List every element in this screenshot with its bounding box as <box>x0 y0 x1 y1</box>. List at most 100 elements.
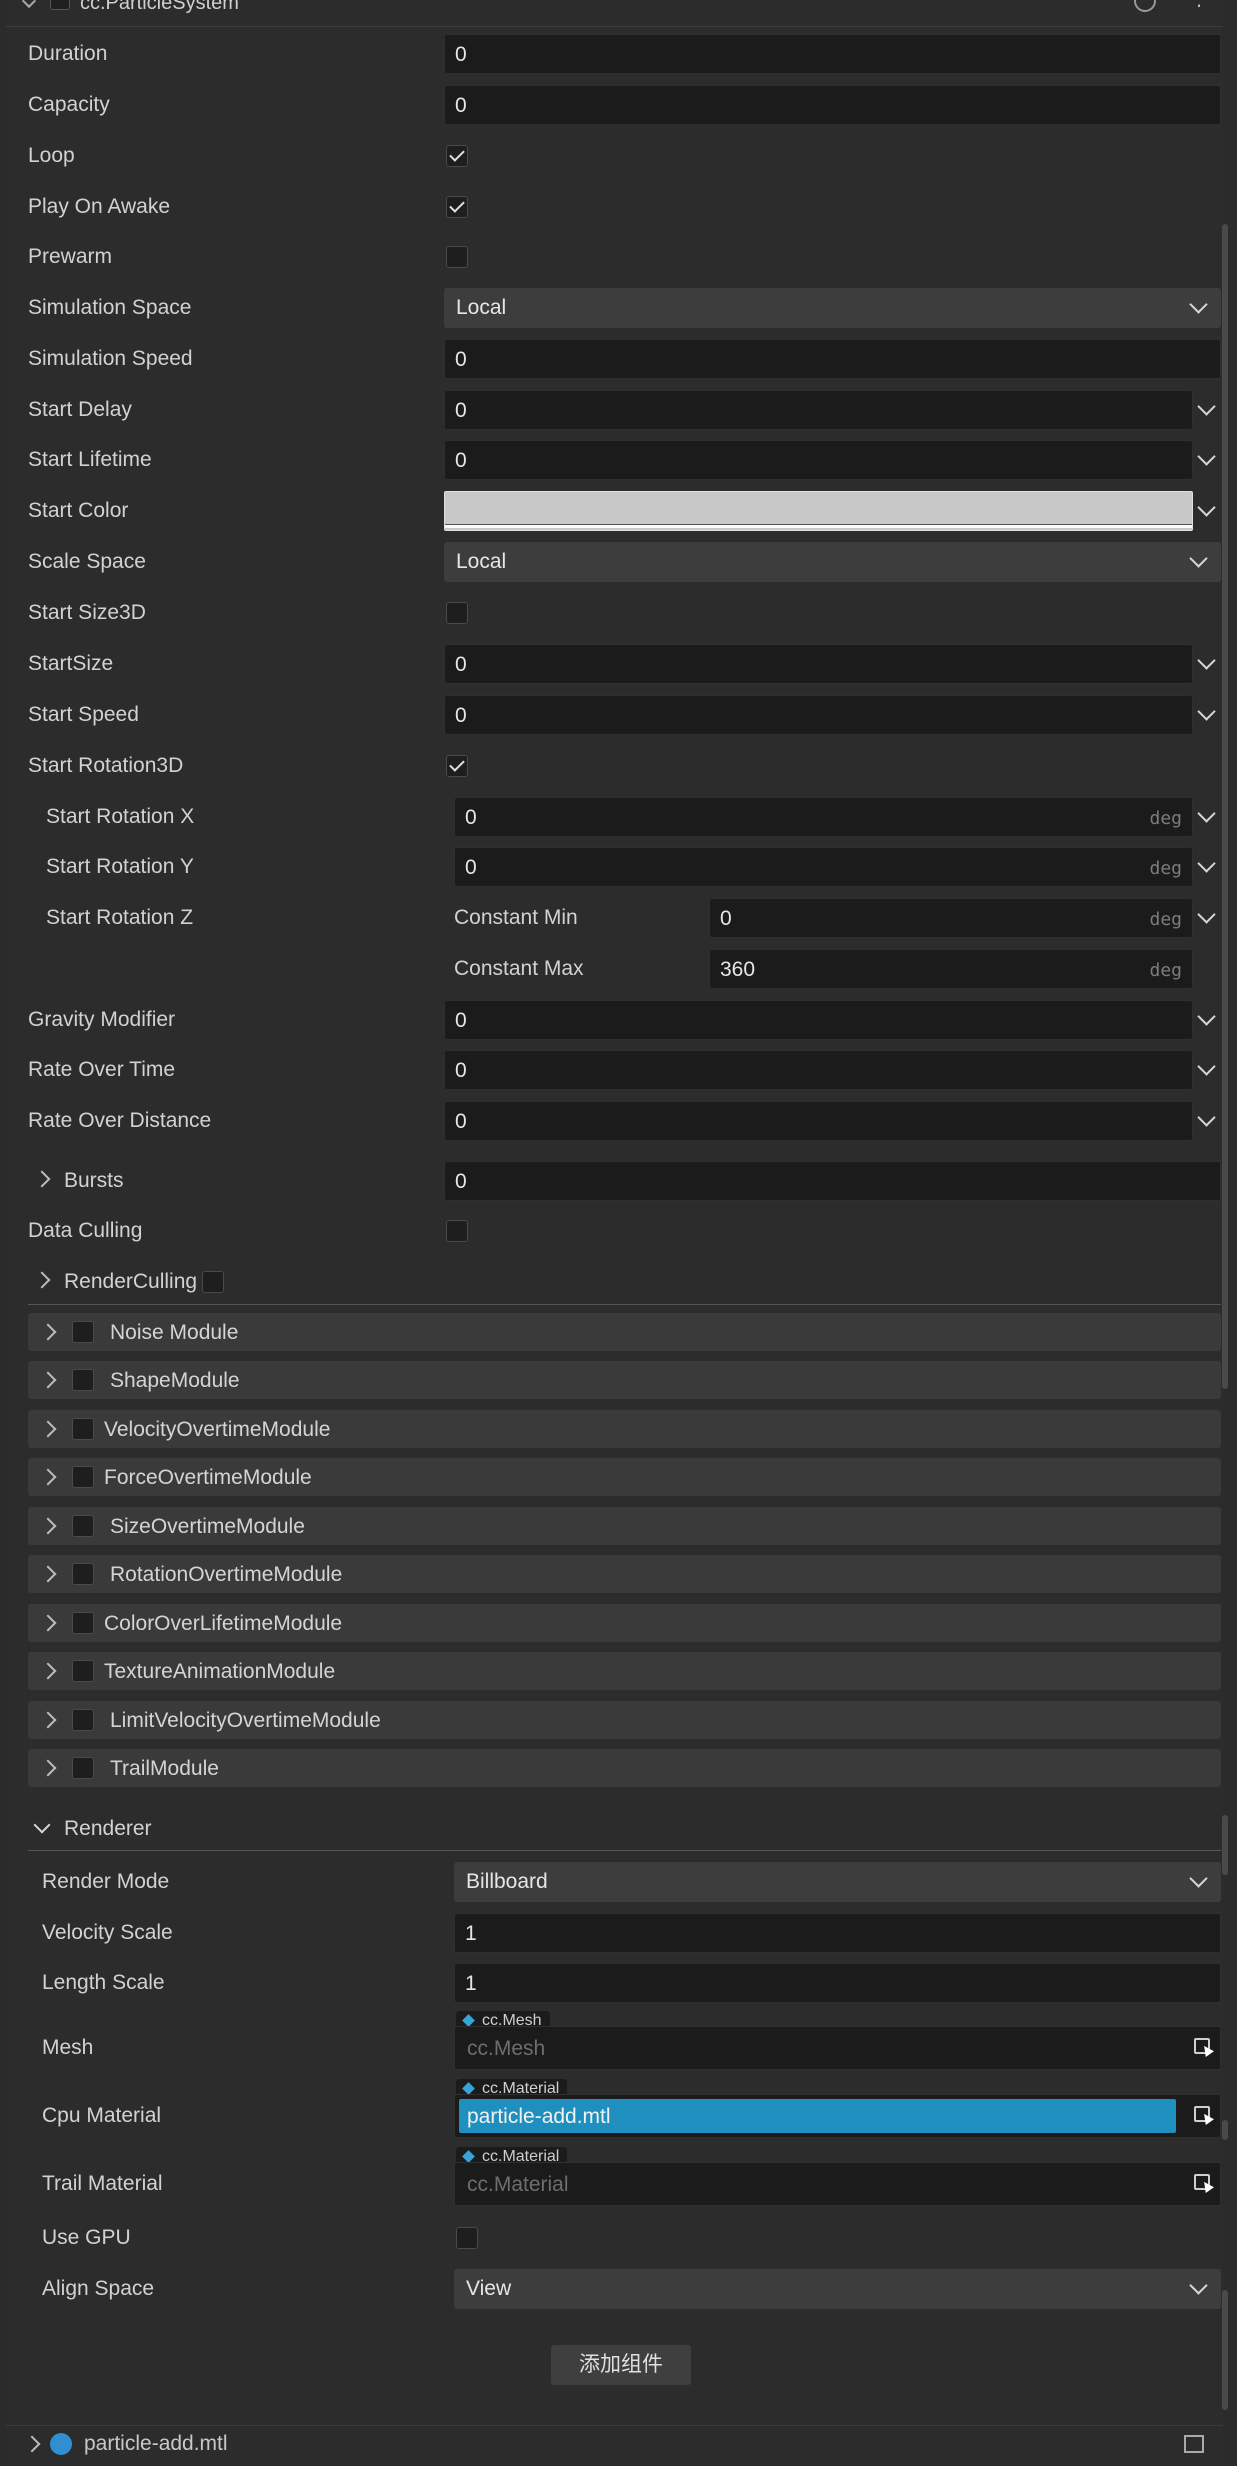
align-space-select[interactable]: View <box>454 2269 1221 2309</box>
capacity-input[interactable]: 0 <box>444 85 1221 125</box>
asset-picker-icon[interactable] <box>1194 2038 1210 2054</box>
scrollbar-thumb[interactable] <box>1222 224 1228 1389</box>
velocity-scale-value: 1 <box>465 1922 477 1945</box>
prewarm-checkbox[interactable] <box>446 246 468 268</box>
start-delay-input[interactable]: 0 <box>444 390 1193 430</box>
length-scale-value: 1 <box>465 1972 477 1995</box>
footer-file-name: particle-add.mtl <box>84 2432 228 2455</box>
gravity-modifier-label: Gravity Modifier <box>28 1008 176 1031</box>
start-speed-label: Start Speed <box>28 703 139 726</box>
simulation-speed-input[interactable]: 0 <box>444 339 1221 379</box>
use-gpu-checkbox[interactable] <box>456 2227 478 2249</box>
mesh-asset-field[interactable]: cc.Mesh <box>454 2026 1221 2070</box>
start-rotation-z-mode-chevron-icon[interactable] <box>1197 905 1216 924</box>
module-checkbox[interactable] <box>72 1321 94 1343</box>
renderer-collapse-icon[interactable] <box>33 1816 51 1834</box>
rate-over-time-mode-chevron-icon[interactable] <box>1197 1057 1216 1076</box>
cpu-material-selected: particle-add.mtl <box>459 2099 1176 2133</box>
bursts-expand-icon[interactable] <box>33 1170 51 1188</box>
collapse-icon[interactable] <box>21 0 37 9</box>
start-size-input[interactable]: 0 <box>444 644 1193 684</box>
start-rotation-x-input[interactable]: 0 deg <box>454 797 1193 837</box>
start-rotation-y-input[interactable]: 0 deg <box>454 847 1193 887</box>
trail-material-asset-field[interactable]: cc.Material <box>454 2162 1221 2206</box>
scrollbar-thumb-tertiary[interactable] <box>1222 2120 1228 2140</box>
module-row-limit-velocity-overtime[interactable]: LimitVelocityOvertimeModule <box>28 1701 1221 1739</box>
module-row-velocity-overtime[interactable]: VelocityOvertimeModule <box>28 1410 1221 1448</box>
more-menu-icon[interactable]: ⋮ <box>1189 0 1209 9</box>
rate-over-distance-mode-chevron-icon[interactable] <box>1197 1108 1216 1127</box>
module-checkbox[interactable] <box>72 1418 94 1440</box>
material-footer[interactable]: particle-add.mtl <box>6 2425 1223 2466</box>
module-name: TextureAnimationModule <box>104 1660 336 1683</box>
cpu-material-asset-field[interactable]: particle-add.mtl <box>454 2094 1221 2138</box>
module-row-noise[interactable]: Noise Module <box>28 1313 1221 1351</box>
start-speed-input[interactable]: 0 <box>444 695 1193 735</box>
constant-min-label: Constant Min <box>454 906 578 929</box>
constant-min-input[interactable]: 0 deg <box>709 898 1193 938</box>
scrollbar-thumb-secondary[interactable] <box>1222 1815 1228 1875</box>
scale-space-select[interactable]: Local <box>444 542 1221 582</box>
start-color-mode-chevron-icon[interactable] <box>1197 498 1216 517</box>
start-lifetime-input[interactable]: 0 <box>444 440 1193 480</box>
start-lifetime-mode-chevron-icon[interactable] <box>1197 447 1216 466</box>
asset-picker-icon[interactable] <box>1194 2174 1210 2190</box>
start-rotation3d-label: Start Rotation3D <box>28 754 184 777</box>
component-enabled-checkbox[interactable] <box>50 0 70 10</box>
data-culling-checkbox[interactable] <box>446 1220 468 1242</box>
start-speed-mode-chevron-icon[interactable] <box>1197 702 1216 721</box>
gravity-modifier-value: 0 <box>455 1009 467 1032</box>
module-checkbox[interactable] <box>72 1709 94 1731</box>
module-checkbox[interactable] <box>72 1563 94 1585</box>
start-rotation-y-mode-chevron-icon[interactable] <box>1197 854 1216 873</box>
module-name: LimitVelocityOvertimeModule <box>110 1709 381 1732</box>
asset-type-icon <box>462 2150 475 2163</box>
gravity-modifier-mode-chevron-icon[interactable] <box>1197 1007 1216 1026</box>
module-row-color-over-lifetime[interactable]: ColorOverLifetimeModule <box>28 1604 1221 1642</box>
module-checkbox[interactable] <box>72 1466 94 1488</box>
start-rotation3d-checkbox[interactable] <box>446 755 468 777</box>
start-size3d-checkbox[interactable] <box>446 602 468 624</box>
module-checkbox[interactable] <box>72 1757 94 1779</box>
trail-material-placeholder: cc.Material <box>467 2173 569 2196</box>
play-on-awake-checkbox[interactable] <box>446 196 468 218</box>
add-component-button[interactable]: 添加组件 <box>551 2345 691 2385</box>
start-rotation-x-mode-chevron-icon[interactable] <box>1197 804 1216 823</box>
bursts-input[interactable]: 0 <box>444 1161 1221 1201</box>
module-checkbox[interactable] <box>72 1660 94 1682</box>
start-size-mode-chevron-icon[interactable] <box>1197 651 1216 670</box>
mesh-placeholder: cc.Mesh <box>467 2037 546 2060</box>
render-culling-expand-icon[interactable] <box>33 1271 51 1289</box>
module-row-size-overtime[interactable]: SizeOvertimeModule <box>28 1507 1221 1545</box>
module-row-texture-animation[interactable]: TextureAnimationModule <box>28 1652 1221 1690</box>
module-checkbox[interactable] <box>72 1369 94 1391</box>
constant-max-input[interactable]: 360 deg <box>709 949 1193 989</box>
module-checkbox[interactable] <box>72 1515 94 1537</box>
unit-label: deg <box>1149 960 1182 981</box>
trail-material-label: Trail Material <box>42 2172 163 2195</box>
module-checkbox[interactable] <box>72 1612 94 1634</box>
velocity-scale-input[interactable]: 1 <box>454 1913 1221 1953</box>
chevron-right-icon[interactable] <box>23 2435 41 2453</box>
rate-over-distance-input[interactable]: 0 <box>444 1101 1193 1141</box>
loop-checkbox[interactable] <box>446 145 468 167</box>
module-row-force-overtime[interactable]: ForceOvertimeModule <box>28 1458 1221 1496</box>
module-row-trail[interactable]: TrailModule <box>28 1749 1221 1787</box>
module-row-shape[interactable]: ShapeModule <box>28 1361 1221 1399</box>
length-scale-input[interactable]: 1 <box>454 1963 1221 2003</box>
module-row-rotation-overtime[interactable]: RotationOvertimeModule <box>28 1555 1221 1593</box>
module-name: ForceOvertimeModule <box>104 1466 312 1489</box>
gravity-modifier-input[interactable]: 0 <box>444 1000 1193 1040</box>
scrollbar-thumb-bottom[interactable] <box>1222 2290 1228 2410</box>
component-header[interactable]: cc.ParticleSystem ⋮ <box>6 0 1223 27</box>
render-culling-checkbox[interactable] <box>202 1271 224 1293</box>
rate-over-time-input[interactable]: 0 <box>444 1050 1193 1090</box>
render-mode-select[interactable]: Billboard <box>454 1862 1221 1902</box>
duration-input[interactable]: 0 <box>444 34 1221 74</box>
asset-picker-icon[interactable] <box>1194 2106 1210 2122</box>
start-color-swatch[interactable] <box>444 491 1193 531</box>
start-delay-mode-chevron-icon[interactable] <box>1197 397 1216 416</box>
copy-icon[interactable] <box>1184 2435 1204 2453</box>
help-icon[interactable] <box>1134 0 1156 12</box>
simulation-space-select[interactable]: Local <box>444 288 1221 328</box>
